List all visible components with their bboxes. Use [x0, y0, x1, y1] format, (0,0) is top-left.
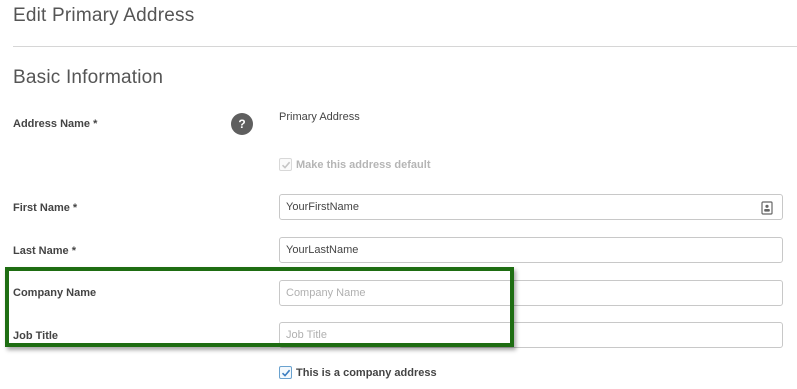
company-name-label: Company Name: [13, 287, 97, 299]
company-address-checkbox[interactable]: [279, 366, 292, 379]
help-icon[interactable]: ?: [231, 113, 253, 135]
default-address-checkbox: [279, 158, 292, 171]
job-title-label: Job Title: [13, 330, 59, 342]
company-address-checkbox-row[interactable]: This is a company address: [279, 366, 437, 379]
section-title: Basic Information: [13, 67, 164, 88]
last-name-input[interactable]: [279, 237, 783, 263]
job-title-input[interactable]: [279, 322, 783, 348]
company-address-label: This is a company address: [296, 366, 437, 379]
title-divider: [13, 46, 797, 47]
page-title: Edit Primary Address: [13, 5, 195, 26]
first-name-input[interactable]: [279, 194, 783, 220]
address-name-label: Address Name *: [13, 118, 98, 130]
last-name-label: Last Name *: [13, 245, 76, 257]
first-name-label: First Name *: [13, 202, 78, 214]
checkmark-icon: [281, 369, 291, 377]
company-name-input[interactable]: [279, 280, 783, 306]
address-name-value: Primary Address: [279, 111, 360, 123]
checkmark-icon: [281, 161, 291, 169]
contact-card-icon[interactable]: [761, 201, 773, 215]
default-address-checkbox-row: Make this address default: [279, 158, 431, 171]
edit-address-page: Edit Primary Address Basic Information A…: [0, 0, 797, 389]
default-address-label: Make this address default: [296, 158, 431, 171]
